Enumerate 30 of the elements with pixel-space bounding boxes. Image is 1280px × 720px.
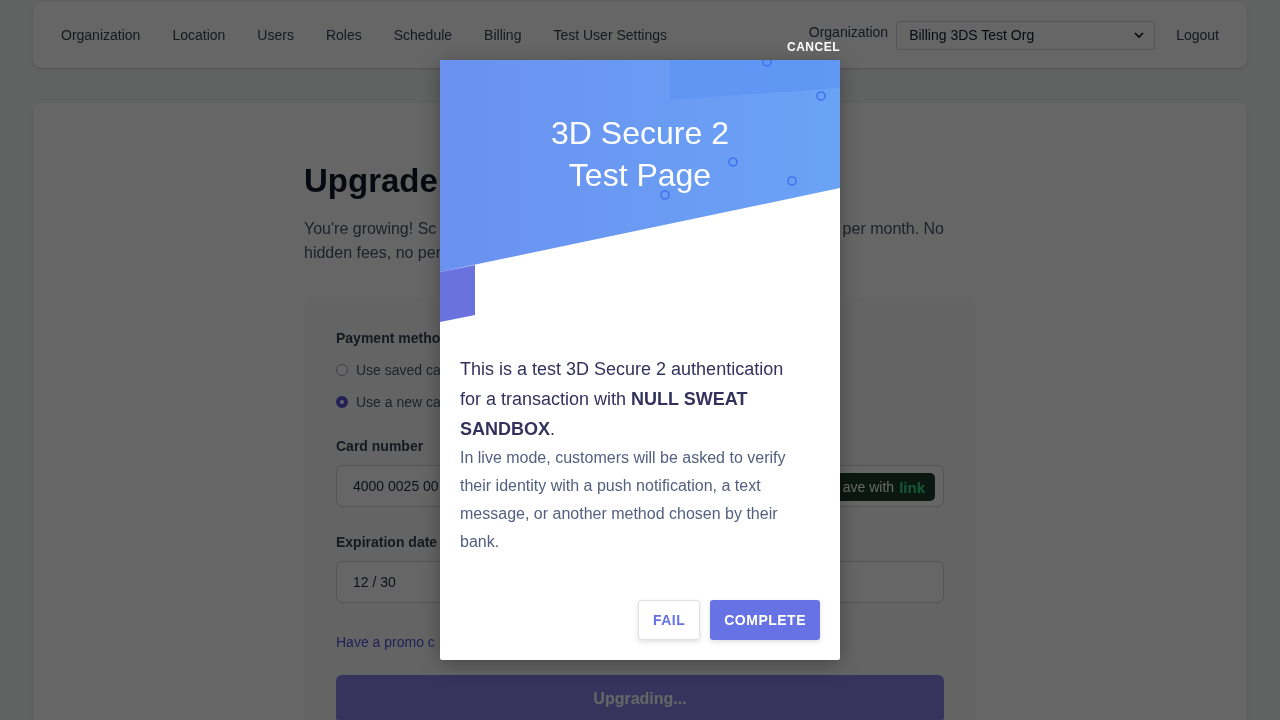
intro-text: hidden fees, no per [304, 243, 441, 263]
field-label: Card number [336, 437, 424, 455]
modal-title: 3D Secure 2 [551, 114, 729, 153]
fail-button[interactable]: FAIL [637, 600, 701, 640]
field-label: Payment metho [336, 329, 441, 347]
auth-message: This is a test 3D Secure 2 authentication for a transaction with NULL SWEAT SANDBOX. [460, 358, 785, 441]
logout-link[interactable]: Logout [1176, 27, 1219, 43]
radio-label: Use a new ca [356, 393, 441, 411]
modal-title: Test Page [568, 156, 712, 195]
auth-detail: In live mode, customers will be asked to verify their identity with a push notification, a text message, or another method chosen by their bank. [460, 448, 787, 552]
complete-button[interactable]: COMPLETE [710, 600, 820, 640]
intro-text: You're growing! Sc [304, 219, 437, 239]
nav-link[interactable]: Roles [325, 27, 362, 43]
nav-link[interactable]: Organization [61, 27, 141, 43]
nav-link[interactable]: Users [257, 27, 294, 43]
promo-link[interactable]: Have a promo c [336, 633, 435, 651]
cancel-button[interactable]: CANCEL [787, 41, 840, 53]
nav-link[interactable]: Test User Settings [553, 27, 668, 43]
chevron-down-icon [1134, 31, 1145, 39]
nav-link[interactable]: Schedule [393, 27, 453, 43]
field-label: Expiration date [336, 533, 438, 551]
radio-label: Use saved ca [356, 361, 441, 379]
organization-select[interactable]: Billing 3DS Test Org [896, 20, 1156, 50]
organization-label: Organization [808, 25, 889, 39]
nav-link[interactable]: Location [172, 27, 226, 43]
intro-text: per month. No [842, 219, 944, 239]
page-heading: Upgrade [304, 161, 438, 201]
radio-button[interactable] [336, 364, 348, 376]
nav-link[interactable]: Billing [484, 27, 522, 43]
radio-button[interactable] [336, 396, 348, 408]
